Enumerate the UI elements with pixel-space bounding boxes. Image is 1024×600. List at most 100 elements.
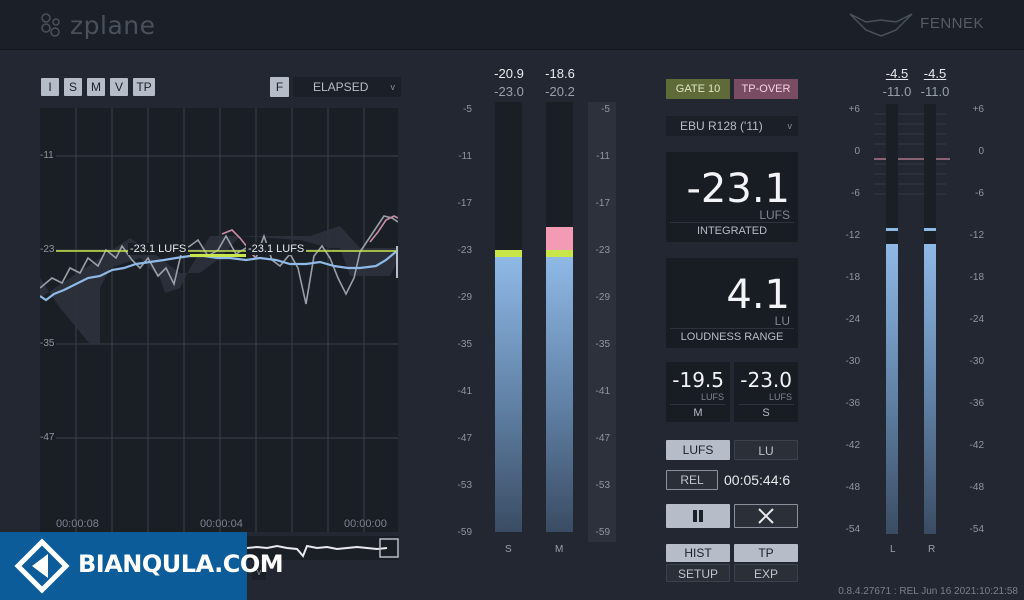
scale-tick: -35 xyxy=(595,339,610,350)
tp-meter-area xyxy=(870,104,950,534)
scale-tick: -41 xyxy=(457,386,472,397)
product-name: FENNEK xyxy=(920,14,984,32)
time-mode-dropdown[interactable]: ELAPSED v xyxy=(293,77,401,97)
tp-button[interactable]: TP xyxy=(734,544,798,562)
tp-over-indicator[interactable]: TP-OVER xyxy=(734,79,798,99)
target-label: -23.1 LUFS xyxy=(128,243,189,255)
short-term-bar xyxy=(495,257,522,532)
scale-tick: +6 xyxy=(848,104,860,115)
reset-button[interactable] xyxy=(734,504,798,528)
tp-right-max: -4.5 xyxy=(923,66,947,81)
unit-lu-button[interactable]: LU xyxy=(734,440,798,460)
fox-icon xyxy=(849,13,913,37)
tp-right-value: -11.0 xyxy=(920,84,950,99)
tp-label-l: L xyxy=(890,544,896,555)
loudness-history-graph[interactable]: -11 -23 -35 -47 -23.1 LUFS -23.1 LUFS 00… xyxy=(40,108,398,532)
unit-lufs-button[interactable]: LUFS xyxy=(666,440,730,460)
watermark-banner: BIANQULA.COM xyxy=(0,532,284,600)
center-right-scale: -5 -11 -17 -23 -29 -35 -41 -47 -53 -59 xyxy=(588,102,616,542)
version-info: 0.8.4.27671 : REL Jun 16 2021:10:21:58 xyxy=(838,586,1018,597)
loudness-range-value: 4.1 xyxy=(726,272,790,318)
mode-button-m[interactable]: M xyxy=(87,78,105,96)
short-term-readout-unit: LUFS xyxy=(768,392,792,402)
hist-button[interactable]: HIST xyxy=(666,544,730,562)
standard-dropdown[interactable]: EBU R128 ('11) v xyxy=(666,116,798,136)
rel-button[interactable]: REL xyxy=(666,470,718,490)
scale-tick: -59 xyxy=(457,527,472,538)
short-term-readout-value: -23.0 xyxy=(740,368,792,392)
short-term-value: -23.0 xyxy=(494,84,524,99)
scale-tick: -17 xyxy=(457,198,472,209)
scale-tick: -47 xyxy=(457,433,472,444)
gate-indicator: GATE 10 xyxy=(666,79,730,99)
exp-button[interactable]: EXP xyxy=(734,564,798,582)
scale-tick: -48 xyxy=(845,482,860,493)
momentary-value: -20.2 xyxy=(545,84,575,99)
scale-tick: -35 xyxy=(457,339,472,350)
scale-tick: -36 xyxy=(969,398,984,409)
loudness-range-unit: LU xyxy=(774,314,790,328)
fennek-logo: FENNEK xyxy=(848,8,984,38)
graph-time-label: 00:00:04 xyxy=(200,518,243,530)
scale-tick: -12 xyxy=(845,230,860,241)
scale-tick: -23 xyxy=(457,245,472,256)
watermark-text: BIANQULA.COM xyxy=(78,550,284,578)
tp-left-scale: +6 0 -6 -12 -18 -24 -30 -36 -42 -48 -54 xyxy=(836,104,862,544)
elapsed-time: 00:05:44:6 xyxy=(724,472,791,488)
close-icon xyxy=(758,508,774,524)
graph-scale-label: -35 xyxy=(40,338,57,349)
setup-button[interactable]: SETUP xyxy=(666,564,730,582)
scale-tick: -42 xyxy=(969,440,984,451)
scale-tick: -17 xyxy=(595,198,610,209)
mode-button-v[interactable]: V xyxy=(110,78,128,96)
scale-tick: -18 xyxy=(969,272,984,283)
scale-tick: -42 xyxy=(845,440,860,451)
scale-tick: +6 xyxy=(972,104,984,115)
mode-button-tp[interactable]: TP xyxy=(133,78,155,96)
f-button[interactable]: F xyxy=(270,77,289,97)
scale-tick: -11 xyxy=(458,151,472,162)
brand-name: zplane xyxy=(70,10,156,40)
momentary-readout-label: M xyxy=(670,404,726,419)
scale-tick: -59 xyxy=(595,527,610,538)
short-term-meter xyxy=(495,102,522,532)
scale-tick: -24 xyxy=(969,314,984,325)
scale-tick: -5 xyxy=(463,104,472,115)
scale-tick: -29 xyxy=(595,292,610,303)
scale-tick: -11 xyxy=(596,151,610,162)
tp-left-meter xyxy=(886,104,898,534)
time-mode-value: ELAPSED xyxy=(313,80,369,94)
scale-tick: -23 xyxy=(595,245,610,256)
tp-left-peak-hold xyxy=(886,228,898,231)
pause-icon xyxy=(693,510,703,522)
integrated-unit: LUFS xyxy=(759,208,790,222)
short-term-readout-label: S xyxy=(738,404,794,419)
mode-button-i[interactable]: I xyxy=(41,78,59,96)
scale-tick: -29 xyxy=(457,292,472,303)
pause-button[interactable] xyxy=(666,504,730,528)
momentary-meter xyxy=(546,102,573,532)
playhead[interactable] xyxy=(396,246,398,278)
zplane-logo-icon xyxy=(41,13,60,37)
momentary-target xyxy=(546,250,573,257)
integrated-box: -23.1 LUFS INTEGRATED xyxy=(666,152,798,242)
top-bar: zplane FENNEK xyxy=(0,0,1024,50)
scale-tick: -30 xyxy=(845,356,860,367)
integrated-value: -23.1 xyxy=(686,166,791,212)
history-plot xyxy=(40,108,398,532)
graph-scale-label: -23 xyxy=(40,244,57,255)
scale-tick: -47 xyxy=(595,433,610,444)
scale-tick: -48 xyxy=(969,482,984,493)
meter-label-m: M xyxy=(555,544,564,555)
loudness-range-label: LOUDNESS RANGE xyxy=(670,328,794,343)
graph-time-label: 00:00:00 xyxy=(344,518,387,530)
scale-tick: -5 xyxy=(601,104,610,115)
short-term-target xyxy=(495,250,522,257)
scale-tick: -36 xyxy=(845,398,860,409)
target-label: -23.1 LUFS xyxy=(246,243,307,255)
mode-button-s[interactable]: S xyxy=(64,78,82,96)
meter-label-s: S xyxy=(505,544,512,555)
watermark-logo-icon xyxy=(14,538,70,594)
tp-left-max: -4.5 xyxy=(885,66,909,81)
zplane-logo: zplane xyxy=(40,8,155,42)
